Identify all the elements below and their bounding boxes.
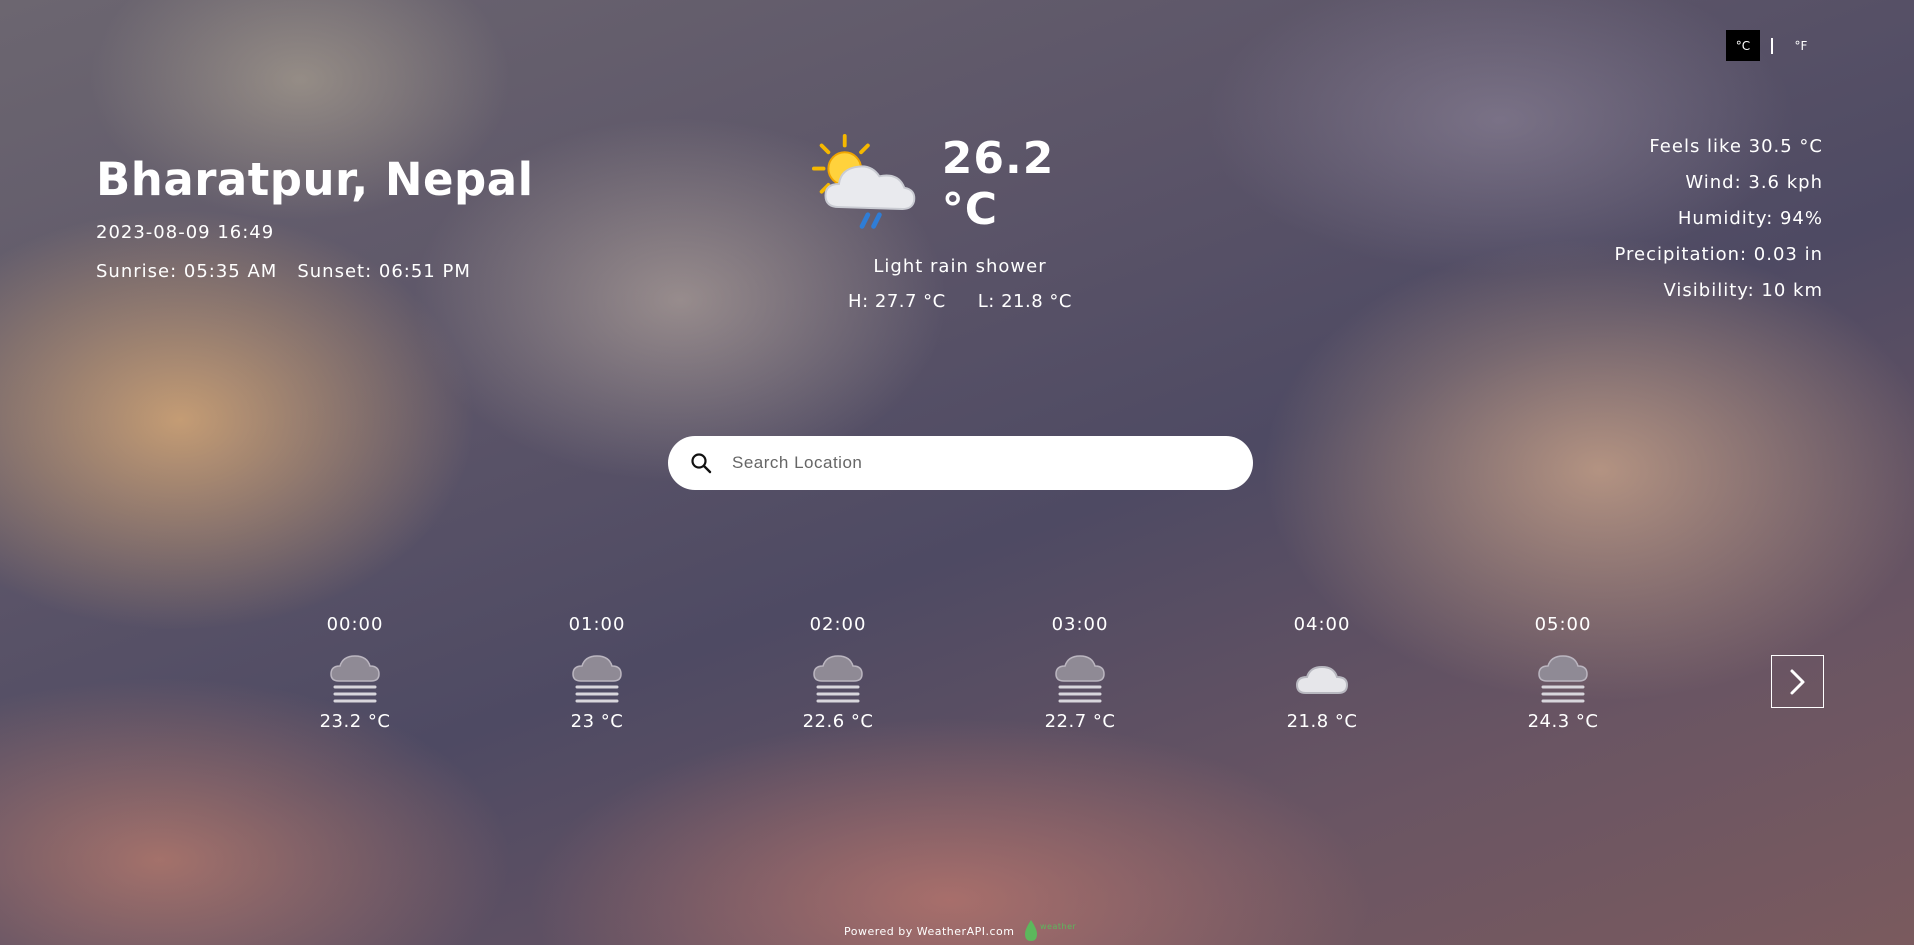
humidity: Humidity: 94% — [1677, 208, 1823, 229]
fog-icon — [813, 655, 863, 703]
precipitation: Precipitation: 0.03 in — [1614, 244, 1823, 265]
cloud-icon — [1295, 665, 1349, 694]
celsius-button[interactable]: °C — [1726, 30, 1760, 61]
hourly-item: 04:00 21.8 °C — [1262, 614, 1382, 732]
hour-temp: 22.7 °C — [1044, 711, 1116, 732]
next-hours-button[interactable] — [1771, 655, 1824, 708]
weatherapi-link[interactable]: weather api — [1022, 918, 1078, 944]
unit-toggle: °C °F — [1726, 30, 1818, 61]
hour-time: 02:00 — [809, 614, 867, 635]
hourly-item: 03:00 22.7 °C — [1020, 614, 1140, 732]
sunrise-time: Sunrise: 05:35 AM — [96, 261, 278, 282]
logo-text: weather api — [1040, 922, 1078, 931]
hourly-item: 05:00 24.3 °C — [1503, 614, 1623, 732]
local-datetime: 2023-08-09 16:49 — [96, 222, 275, 243]
hour-time: 05:00 — [1534, 614, 1592, 635]
hour-temp: 21.8 °C — [1286, 711, 1358, 732]
fahrenheit-button[interactable]: °F — [1784, 30, 1818, 61]
hourly-item: 02:00 22.6 °C — [778, 614, 898, 732]
hour-time: 01:00 — [568, 614, 626, 635]
hourly-item: 01:00 23 °C — [537, 614, 657, 732]
weather-details: Feels like 30.5 °C Wind: 3.6 kph Humidit… — [1614, 134, 1823, 314]
hour-temp: 24.3 °C — [1527, 711, 1599, 732]
hour-time: 04:00 — [1293, 614, 1351, 635]
hour-time: 03:00 — [1051, 614, 1109, 635]
fog-icon — [1055, 655, 1105, 703]
hour-temp: 23.2 °C — [319, 711, 391, 732]
search-icon[interactable] — [690, 452, 712, 474]
sun-times: Sunrise: 05:35 AM Sunset: 06:51 PM — [96, 261, 534, 282]
current-weather: 26.2 °C Light rain shower H: 27.7 °C L: … — [800, 130, 1120, 312]
feels-like: Feels like 30.5 °C — [1649, 136, 1823, 157]
weatherapi-logo: weather api — [1025, 920, 1078, 941]
search-input[interactable] — [732, 453, 1212, 473]
sunset-time: Sunset: 06:51 PM — [297, 261, 471, 282]
hour-temp: 23 °C — [570, 711, 624, 732]
city-name: Bharatpur, Nepal — [96, 153, 534, 206]
fog-icon — [330, 655, 380, 703]
high-temp: H: 27.7 °C — [848, 291, 946, 312]
fog-icon — [1538, 655, 1588, 703]
unit-divider — [1771, 37, 1773, 54]
partly-cloudy-rain-icon — [812, 133, 916, 229]
visibility: Visibility: 10 km — [1663, 280, 1823, 301]
high-low: H: 27.7 °C L: 21.8 °C — [800, 291, 1120, 312]
fog-icon — [572, 655, 622, 703]
wind: Wind: 3.6 kph — [1685, 172, 1823, 193]
search-bar[interactable] — [668, 436, 1253, 490]
current-temperature: 26.2 °C — [941, 133, 1055, 235]
hour-time: 00:00 — [326, 614, 384, 635]
powered-by-text: Powered by WeatherAPI.com — [844, 924, 1015, 938]
hourly-item: 00:00 23.2 °C — [295, 614, 415, 732]
hour-temp: 22.6 °C — [802, 711, 874, 732]
chevron-right-icon — [1790, 669, 1804, 694]
footer: Powered by WeatherAPI.com weather api — [844, 918, 1078, 944]
weather-condition: Light rain shower — [873, 256, 1047, 277]
low-temp: L: 21.8 °C — [977, 291, 1072, 312]
location-block: Bharatpur, Nepal 2023-08-09 16:49 Sunris… — [96, 152, 534, 282]
